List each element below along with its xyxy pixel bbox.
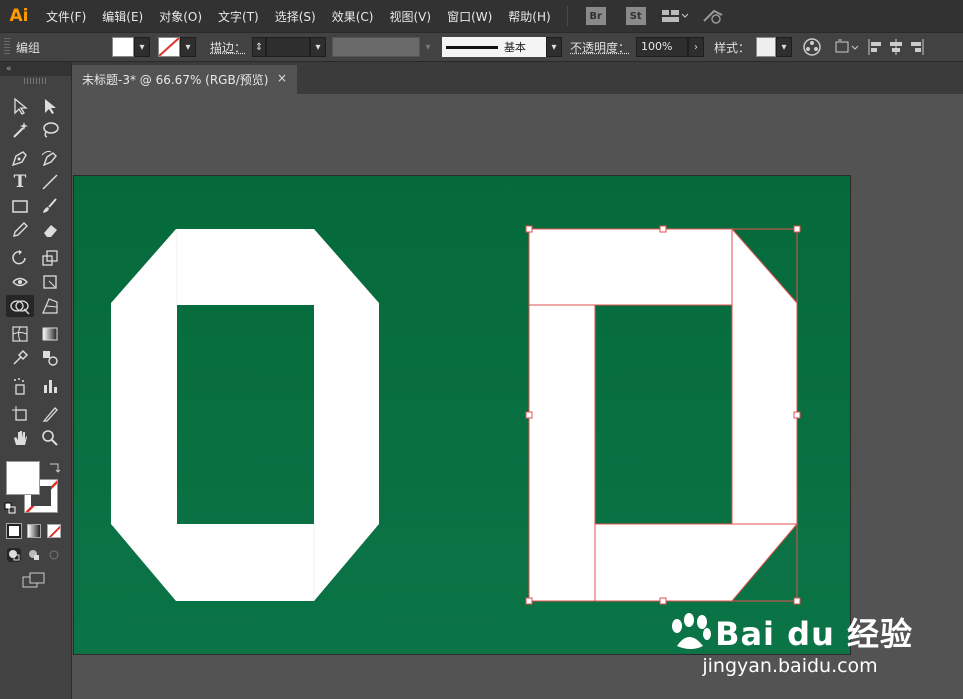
fill-color-swatch-front[interactable] xyxy=(6,461,40,495)
gradient-tool-icon[interactable] xyxy=(38,323,62,345)
stroke-swatch[interactable] xyxy=(158,37,180,57)
menu-view[interactable]: 视图(V) xyxy=(381,8,439,25)
lasso-tool-icon[interactable] xyxy=(38,119,62,141)
align-left-icon[interactable] xyxy=(866,37,886,57)
menu-bar: Ai 文件(F) 编辑(E) 对象(O) 文字(T) 选择(S) 效果(C) 视… xyxy=(0,0,963,32)
brush-definition-label: 基本 xyxy=(504,41,527,54)
stock-icon[interactable]: St xyxy=(625,7,646,25)
style-label: 样式： xyxy=(714,40,751,55)
rectangle-tool-icon[interactable] xyxy=(8,195,32,217)
draw-inside-icon[interactable] xyxy=(47,548,61,562)
pencil-tool-icon[interactable] xyxy=(8,219,32,241)
pen-tool-icon[interactable] xyxy=(8,147,32,169)
slice-tool-icon[interactable] xyxy=(38,403,62,425)
direct-selection-tool-icon[interactable] xyxy=(38,95,62,117)
control-bar: 编组 ▾ ▾ 描边： ⇕ ▾ ▾ 基本 ▾ 不透明度： 100% › 样式： ▾ xyxy=(0,32,963,62)
canvas-area[interactable]: Bai du 经验 jingyan.baidu.com xyxy=(72,94,963,699)
opacity-label[interactable]: 不透明度： xyxy=(570,39,630,56)
menu-object[interactable]: 对象(O) xyxy=(151,8,210,25)
stroke-weight-stepper[interactable]: ⇕ xyxy=(252,37,267,57)
perspective-grid-tool-icon[interactable] xyxy=(38,295,62,317)
recolor-artwork-icon[interactable] xyxy=(802,37,822,57)
magic-wand-tool-icon[interactable] xyxy=(8,119,32,141)
menu-effect[interactable]: 效果(C) xyxy=(324,8,382,25)
zoom-tool-icon[interactable] xyxy=(38,427,62,449)
align-right-icon[interactable] xyxy=(906,37,926,57)
draw-normal-icon[interactable] xyxy=(7,548,21,562)
symbol-sprayer-tool-icon[interactable] xyxy=(8,375,32,397)
stroke-dropdown[interactable]: ▾ xyxy=(180,37,196,57)
right-letter-shape xyxy=(528,227,799,602)
free-transform-tool-icon[interactable] xyxy=(38,271,62,293)
close-icon[interactable]: × xyxy=(277,71,287,85)
brush-definition-dropdown[interactable]: ▾ xyxy=(546,37,563,57)
gradient-mode-icon[interactable] xyxy=(27,524,41,538)
stroke-weight-dropdown[interactable]: ▾ xyxy=(310,37,327,57)
blend-tool-icon[interactable] xyxy=(38,347,62,369)
artboard-tool-icon[interactable] xyxy=(8,403,32,425)
group-label: 编组 xyxy=(16,40,41,55)
tools-panel-grip[interactable] xyxy=(24,78,47,84)
stroke-line-preview xyxy=(446,45,499,49)
default-fill-stroke-icon[interactable] xyxy=(4,502,16,514)
left-letter-shape xyxy=(111,229,379,601)
fill-dropdown[interactable]: ▾ xyxy=(134,37,150,57)
rotate-tool-icon[interactable] xyxy=(8,247,32,269)
variable-width-profile[interactable] xyxy=(332,37,421,57)
menu-divider xyxy=(566,6,568,26)
graphic-style-dropdown[interactable]: ▾ xyxy=(776,37,793,57)
brush-definition[interactable]: 基本 xyxy=(442,37,547,57)
document-tab-bar: 未标题-3* @ 66.67% (RGB/预览) × xyxy=(72,62,963,94)
menu-window[interactable]: 窗口(W) xyxy=(439,8,500,25)
menu-select[interactable]: 选择(S) xyxy=(267,8,324,25)
watermark-url: jingyan.baidu.com xyxy=(702,655,878,677)
none-mode-icon[interactable] xyxy=(47,524,61,538)
swap-fill-stroke-icon[interactable] xyxy=(48,460,62,474)
curvature-tool-icon[interactable] xyxy=(38,147,62,169)
paintbrush-tool-icon[interactable] xyxy=(38,195,62,217)
variable-width-dropdown[interactable]: ▾ xyxy=(420,37,437,57)
stroke-weight-field[interactable] xyxy=(266,37,311,57)
graphic-style-swatch[interactable] xyxy=(756,37,777,57)
shape-builder-tool-icon[interactable] xyxy=(6,295,34,317)
eyedropper-tool-icon[interactable] xyxy=(8,347,32,369)
tools-panel: « T xyxy=(0,62,72,699)
workspace-layout-icon[interactable] xyxy=(661,8,688,24)
menu-help[interactable]: 帮助(H) xyxy=(500,8,558,25)
menu-type[interactable]: 文字(T) xyxy=(210,8,267,25)
watermark-brand: Bai du 经验 xyxy=(715,615,913,653)
align-center-icon[interactable] xyxy=(886,37,906,57)
menu-edit[interactable]: 编辑(E) xyxy=(94,8,151,25)
opacity-dropdown[interactable]: › xyxy=(688,37,705,57)
baidu-watermark: Bai du 经验 jingyan.baidu.com xyxy=(667,609,913,677)
type-tool-icon[interactable]: T xyxy=(8,171,32,193)
document-tab[interactable]: 未标题-3* @ 66.67% (RGB/预览) × xyxy=(72,65,297,94)
stroke-weight-label[interactable]: 描边： xyxy=(210,39,246,56)
line-segment-tool-icon[interactable] xyxy=(38,171,62,193)
width-tool-icon[interactable] xyxy=(8,271,32,293)
draw-behind-icon[interactable] xyxy=(27,548,41,562)
mesh-tool-icon[interactable] xyxy=(8,323,32,345)
gpu-performance-icon[interactable] xyxy=(702,7,724,25)
color-mode-icon[interactable] xyxy=(6,523,22,539)
tools-panel-collapse-icon[interactable]: « xyxy=(0,62,71,76)
align-to-icon[interactable] xyxy=(834,37,860,57)
opacity-field[interactable]: 100% xyxy=(636,37,689,57)
eraser-tool-icon[interactable] xyxy=(38,219,62,241)
scale-tool-icon[interactable] xyxy=(38,247,62,269)
menu-file[interactable]: 文件(F) xyxy=(38,8,94,25)
document-tab-title: 未标题-3* @ 66.67% (RGB/预览) xyxy=(82,73,269,87)
baidu-paw-icon xyxy=(672,613,712,649)
app-logo: Ai xyxy=(9,6,29,26)
selection-tool-icon[interactable] xyxy=(8,95,32,117)
artboard[interactable] xyxy=(73,175,851,655)
bridge-icon[interactable]: Br xyxy=(585,7,606,25)
hand-tool-icon[interactable] xyxy=(8,427,32,449)
column-graph-tool-icon[interactable] xyxy=(38,375,62,397)
control-bar-grip[interactable] xyxy=(4,38,10,56)
fill-swatch[interactable] xyxy=(112,37,134,57)
screen-mode-icon[interactable] xyxy=(22,572,46,588)
